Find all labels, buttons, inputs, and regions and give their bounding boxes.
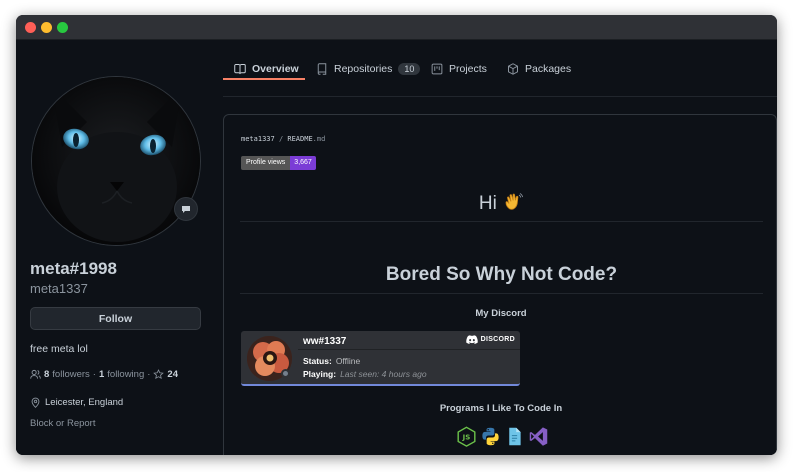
- cat-avatar-image: [32, 77, 200, 245]
- following-label: following: [107, 369, 145, 380]
- profile-avatar[interactable]: [31, 76, 201, 246]
- waving-hand-icon: [505, 193, 524, 210]
- minimize-window-button[interactable]: [41, 22, 52, 33]
- browser-window: Overview Repositories 10 Projects Packag…: [16, 15, 777, 455]
- stats-separator: ·: [92, 369, 96, 380]
- language-icons: JS: [456, 426, 549, 447]
- block-or-report-link[interactable]: Block or Report: [30, 418, 95, 429]
- following-count: 1: [98, 369, 105, 380]
- followers-link[interactable]: 8 followers: [44, 369, 90, 380]
- svg-text:JS: JS: [462, 434, 471, 442]
- readme-card: meta1337 / README.md Profile views 3,667…: [223, 114, 777, 455]
- profile-bio: free meta lol: [30, 343, 88, 355]
- my-discord-heading: My Discord: [475, 308, 527, 319]
- discord-playing-row: Playing: Last seen: 4 hours ago: [303, 369, 427, 379]
- tab-packages-label: Packages: [525, 63, 572, 75]
- profile-stats: 8 followers · 1 following · 24: [30, 369, 181, 380]
- repositories-count-badge: 10: [398, 63, 421, 75]
- set-status-button[interactable]: [174, 197, 198, 221]
- project-icon: [431, 63, 443, 75]
- tab-packages[interactable]: Packages: [507, 59, 571, 79]
- discord-playing-value: Last seen: 4 hours ago: [340, 369, 427, 379]
- readme-owner-link[interactable]: meta1337: [241, 135, 275, 143]
- profile-tabs: Overview Repositories 10 Projects Packag…: [223, 40, 777, 97]
- hi-text: Hi: [478, 193, 497, 214]
- location-pin-icon: [31, 397, 40, 408]
- discord-status-row: Status: Offline: [303, 356, 360, 366]
- tab-projects[interactable]: Projects: [431, 59, 487, 79]
- readme-file-ext: .md: [312, 135, 326, 143]
- readme-path: meta1337 / README.md: [241, 135, 325, 143]
- tab-repositories-label: Repositories: [334, 63, 393, 75]
- discord-presence-card[interactable]: DISCORD ww#1337 Status: Offline Playing: L…: [241, 331, 520, 386]
- nodejs-icon: JS: [457, 426, 476, 447]
- discord-playing-label: Playing:: [303, 369, 337, 379]
- book-icon: [234, 64, 246, 75]
- followers-count: 8: [44, 369, 50, 380]
- readme-file-link[interactable]: README: [287, 135, 312, 143]
- profile-location: Leicester, England: [30, 397, 123, 408]
- window-titlebar: [16, 15, 777, 40]
- package-icon: [508, 63, 518, 75]
- readme-hi-heading: Hi: [240, 192, 763, 222]
- discord-status-label: Status:: [303, 356, 332, 366]
- discord-username: ww#1337: [303, 336, 347, 347]
- programs-heading: Programs I Like To Code In: [439, 403, 563, 414]
- following-link[interactable]: 1 following: [99, 369, 144, 380]
- python-icon: [482, 427, 499, 446]
- profile-views-value: 3,667: [290, 156, 316, 170]
- discord-logo: DISCORD: [465, 335, 515, 344]
- star-icon: [153, 369, 165, 380]
- people-icon: [30, 369, 41, 379]
- tab-overview-label: Overview: [252, 63, 299, 75]
- profile-username: meta1337: [30, 281, 88, 296]
- followers-label: followers: [52, 369, 90, 380]
- file-icon: [509, 427, 521, 446]
- stats-separator: ·: [147, 369, 151, 380]
- tab-repositories[interactable]: Repositories 10: [316, 59, 421, 79]
- discord-offline-indicator: [281, 369, 290, 378]
- location-text: Leicester, England: [45, 397, 124, 408]
- maximize-window-button[interactable]: [57, 22, 68, 33]
- tab-projects-label: Projects: [449, 63, 487, 75]
- profile-page: Overview Repositories 10 Projects Packag…: [16, 40, 777, 455]
- close-window-button[interactable]: [25, 22, 36, 33]
- active-tab-underline: [223, 78, 305, 80]
- speech-bubble-icon: [182, 205, 190, 213]
- profile-views-label: Profile views: [241, 156, 291, 170]
- readme-path-separator: /: [278, 135, 284, 143]
- repo-icon: [317, 63, 327, 75]
- stars-count[interactable]: 24: [167, 369, 178, 380]
- profile-display-name: meta#1998: [30, 259, 117, 278]
- profile-views-badge: Profile views 3,667: [241, 156, 316, 170]
- readme-main-heading: Bored So Why Not Code?: [240, 264, 763, 294]
- tab-overview[interactable]: Overview: [223, 59, 305, 80]
- discord-status-value: Offline: [335, 356, 361, 366]
- discord-brand-text: DISCORD: [480, 336, 515, 343]
- visual-studio-icon: [529, 427, 548, 446]
- follow-button[interactable]: Follow: [30, 307, 201, 330]
- discord-icon: [465, 335, 478, 344]
